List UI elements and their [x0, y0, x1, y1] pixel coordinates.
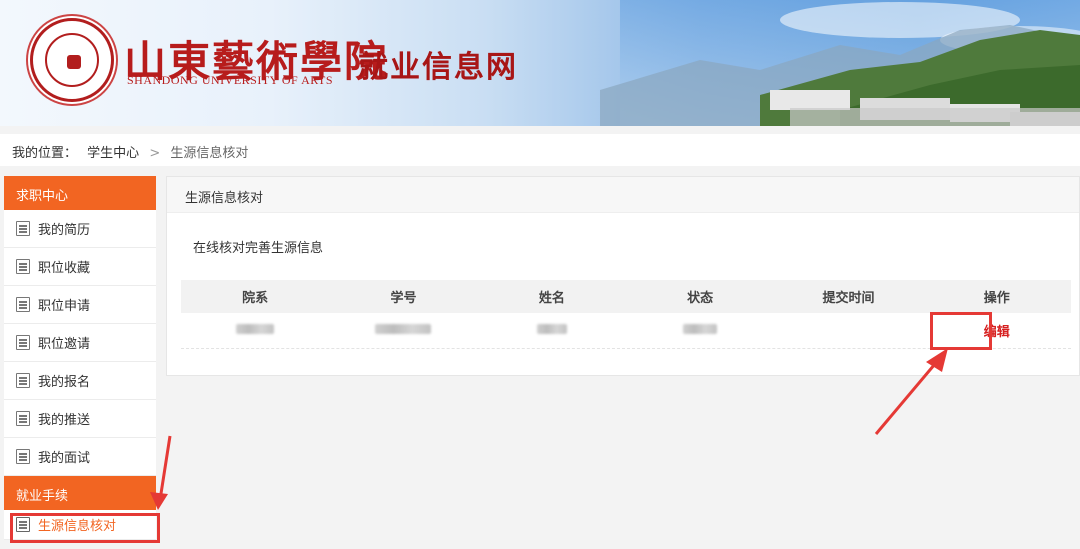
arrow-to-sidebar: [158, 435, 172, 501]
arrow-to-edit: [874, 357, 942, 435]
arrow-head-sidebar-icon: [150, 492, 168, 510]
annotation-arrows: [150, 348, 948, 510]
